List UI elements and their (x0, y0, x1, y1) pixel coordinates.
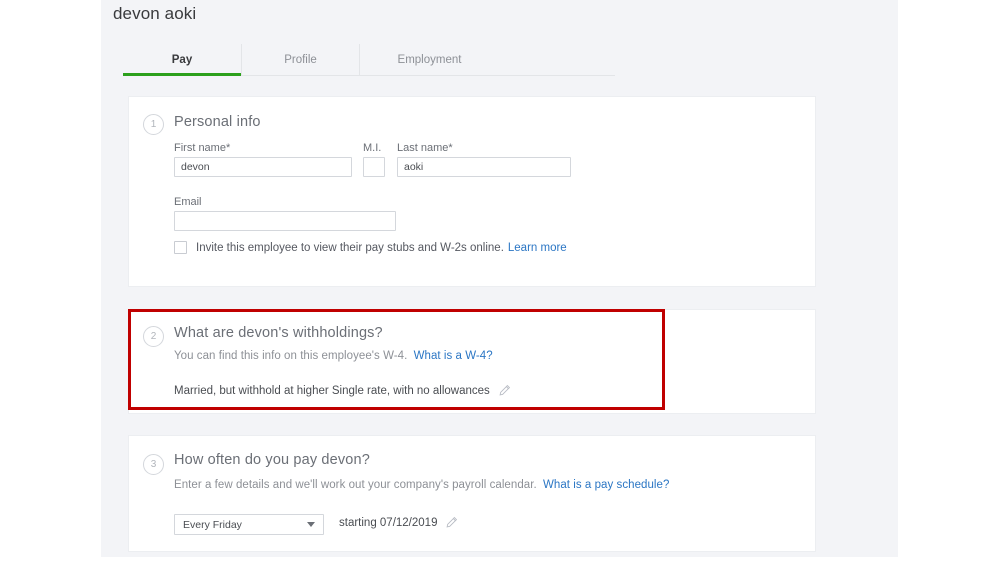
step-number-1-label: 1 (151, 119, 157, 130)
email-input[interactable] (174, 211, 396, 231)
pay-schedule-subtitle: Enter a few details and we'll work out y… (174, 479, 669, 491)
tab-bar: Pay Profile Employment (123, 44, 615, 76)
tab-employment[interactable]: Employment (359, 44, 499, 75)
employee-detail-page: devon aoki Pay Profile Employment 1 Pers… (101, 0, 898, 557)
middle-initial-label: M.I. (363, 142, 381, 154)
pay-frequency-dropdown[interactable]: Every Friday (174, 514, 324, 535)
middle-initial-input[interactable] (363, 157, 385, 177)
personal-info-card: 1 Personal info First name* M.I. Last na… (128, 96, 816, 287)
tab-pay[interactable]: Pay (123, 44, 241, 75)
last-name-input[interactable] (397, 157, 571, 177)
pay-start-date-row: starting 07/12/2019 (339, 516, 458, 529)
invite-employee-label: Invite this employee to view their pay s… (196, 242, 504, 254)
pencil-icon[interactable] (498, 384, 511, 397)
tab-employment-label: Employment (398, 54, 462, 66)
first-name-input[interactable] (174, 157, 352, 177)
first-name-label: First name* (174, 142, 230, 154)
last-name-label: Last name* (397, 142, 453, 154)
withholdings-card: 2 What are devon's withholdings? You can… (128, 309, 816, 414)
tab-pay-label: Pay (172, 54, 192, 66)
page-title: devon aoki (113, 4, 196, 24)
pay-schedule-subtitle-text: Enter a few details and we'll work out y… (174, 479, 537, 491)
step-number-2-label: 2 (151, 331, 157, 342)
what-is-a-pay-schedule-link[interactable]: What is a pay schedule? (543, 479, 669, 491)
what-is-a-w4-link[interactable]: What is a W-4? (414, 350, 493, 362)
withholdings-value-row: Married, but withhold at higher Single r… (174, 384, 511, 397)
app-screen: devon aoki Pay Profile Employment 1 Pers… (0, 0, 999, 562)
withholdings-subtitle: You can find this info on this employee'… (174, 350, 493, 362)
chevron-down-icon (307, 522, 315, 527)
pay-start-date-text: starting 07/12/2019 (339, 517, 437, 529)
step-number-1: 1 (143, 114, 164, 135)
invite-employee-checkbox[interactable] (174, 241, 187, 254)
pay-schedule-card: 3 How often do you pay devon? Enter a fe… (128, 435, 816, 552)
tab-profile-label: Profile (284, 54, 317, 66)
withholdings-value: Married, but withhold at higher Single r… (174, 385, 490, 397)
step-number-3-label: 3 (151, 459, 157, 470)
pay-frequency-selected-value: Every Friday (183, 519, 242, 531)
active-tab-indicator (123, 73, 241, 76)
step-number-3: 3 (143, 454, 164, 475)
email-label: Email (174, 196, 202, 208)
learn-more-link[interactable]: Learn more (508, 242, 567, 254)
pencil-icon[interactable] (445, 516, 458, 529)
personal-info-heading: Personal info (174, 114, 261, 130)
step-number-2: 2 (143, 326, 164, 347)
tab-profile[interactable]: Profile (241, 44, 359, 75)
invite-employee-row[interactable]: Invite this employee to view their pay s… (174, 241, 567, 254)
withholdings-subtitle-text: You can find this info on this employee'… (174, 350, 407, 362)
pay-schedule-heading: How often do you pay devon? (174, 452, 370, 468)
withholdings-heading: What are devon's withholdings? (174, 325, 383, 341)
